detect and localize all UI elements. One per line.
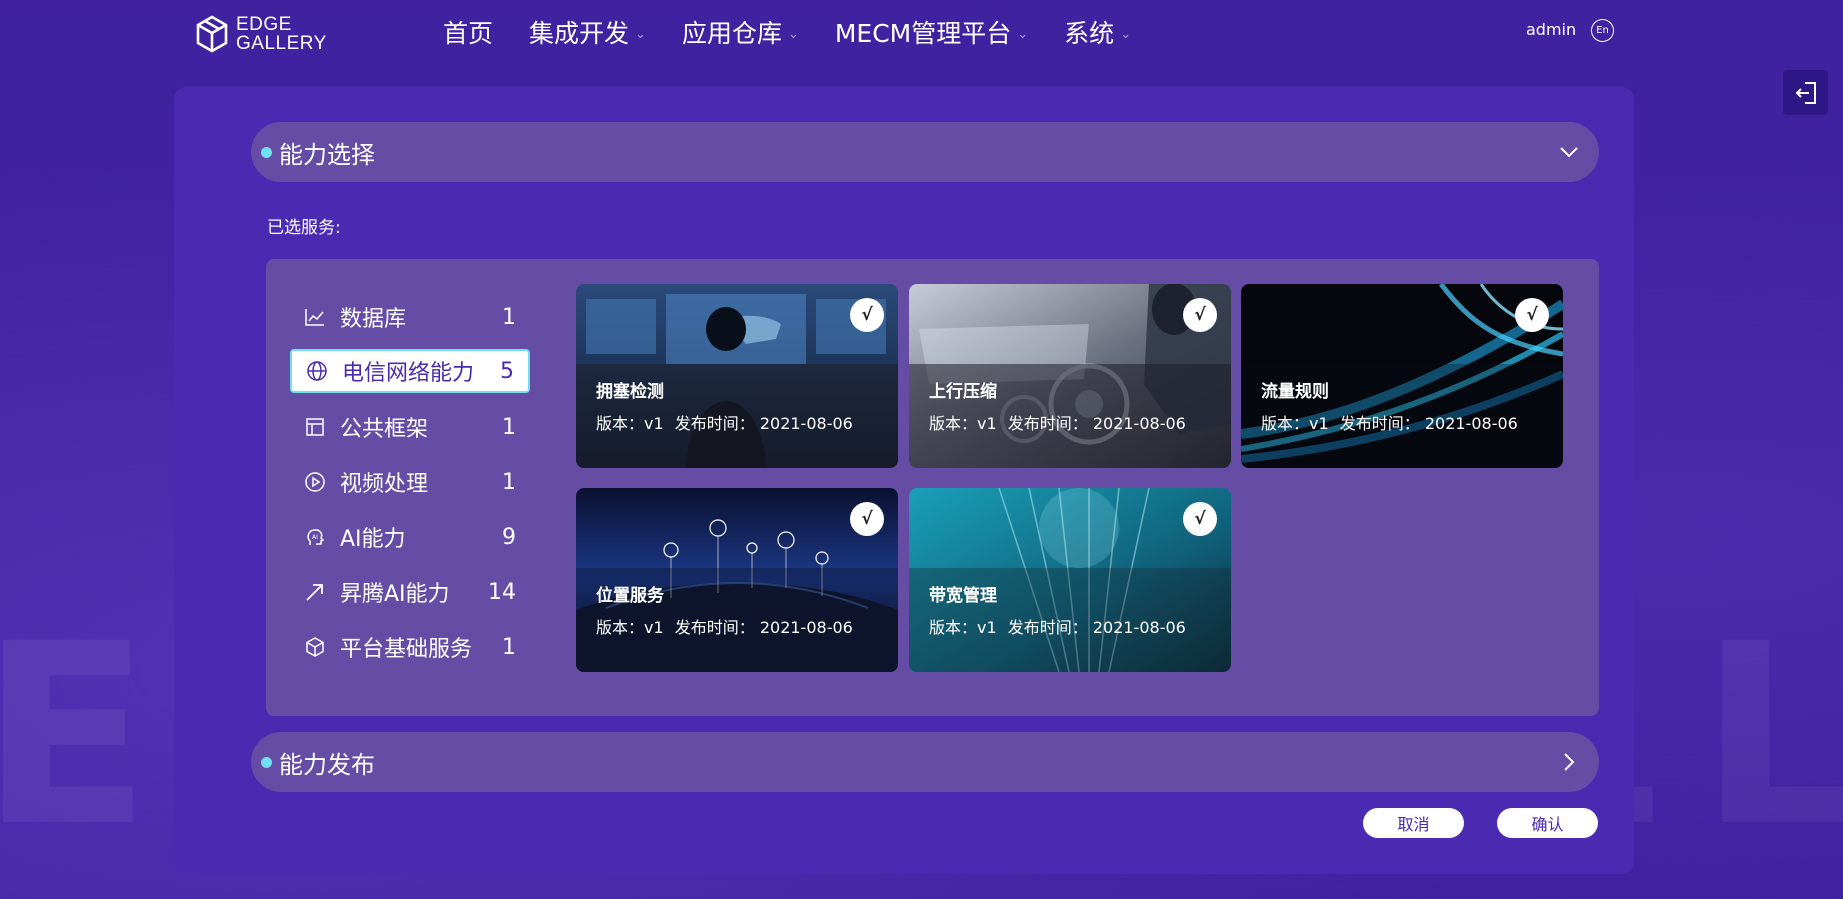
confirm-button[interactable]: 确认 xyxy=(1497,808,1598,838)
category-count: 1 xyxy=(502,469,516,495)
nav-home[interactable]: 首页 xyxy=(443,14,493,50)
category-telecom-network[interactable]: 电信网络能力 5 xyxy=(290,349,530,393)
section-dot xyxy=(261,146,272,158)
service-card[interactable]: 上行压缩 版本：v1 发布时间： 2021-08-06 √ xyxy=(909,284,1231,468)
nav-system-label: 系统 xyxy=(1064,19,1115,48)
nav-app-store[interactable]: 应用仓库 ⌄ xyxy=(682,14,799,50)
service-card[interactable]: 带宽管理 版本：v1 发布时间： 2021-08-06 √ xyxy=(909,488,1231,672)
category-ascend-ai[interactable]: 昇腾AI能力 14 xyxy=(290,570,530,614)
service-date: 发布时间： 2021-08-06 xyxy=(1007,414,1186,433)
category-count: 9 xyxy=(502,524,516,550)
main-nav: 首页 集成开发 ⌄ 应用仓库 ⌄ MECM管理平台 ⌄ 系统 ⌄ xyxy=(443,14,1167,50)
category-database[interactable]: 数据库 1 xyxy=(290,295,530,339)
chart-line-icon xyxy=(304,306,326,328)
category-count: 1 xyxy=(502,414,516,440)
check-icon[interactable]: √ xyxy=(850,298,884,332)
ai-head-icon: AI xyxy=(304,526,326,548)
arrow-up-right-icon xyxy=(304,581,326,603)
service-name: 位置服务 xyxy=(596,586,664,606)
category-count: 14 xyxy=(488,579,516,605)
capability-select-title: 能力选择 xyxy=(279,140,375,169)
check-icon[interactable]: √ xyxy=(1183,502,1217,536)
globe-icon xyxy=(306,360,328,382)
service-card[interactable]: 位置服务 版本：v1 发布时间： 2021-08-06 √ xyxy=(576,488,898,672)
category-label: 昇腾AI能力 xyxy=(340,582,450,607)
nav-app-store-label: 应用仓库 xyxy=(681,19,782,48)
category-ai[interactable]: AI AI能力 9 xyxy=(290,515,530,559)
cube-icon xyxy=(304,636,326,658)
service-meta: 版本：v1 发布时间： 2021-08-06 xyxy=(929,614,1192,638)
service-meta: 版本：v1 发布时间： 2021-08-06 xyxy=(929,410,1192,434)
nav-system[interactable]: 系统 ⌄ xyxy=(1064,14,1131,50)
logout-button[interactable] xyxy=(1783,70,1828,115)
category-label: 数据库 xyxy=(340,307,407,332)
capability-select-header[interactable]: 能力选择 xyxy=(251,122,1599,182)
selected-services-label: 已选服务: xyxy=(267,218,341,238)
service-meta: 版本：v1 发布时间： 2021-08-06 xyxy=(1261,410,1524,434)
category-video-processing[interactable]: 视频处理 1 xyxy=(290,460,530,504)
service-name: 拥塞检测 xyxy=(596,382,664,402)
category-label: 电信网络能力 xyxy=(342,361,475,386)
service-version: 版本：v1 xyxy=(596,618,664,637)
chevron-down-icon: ⌄ xyxy=(1120,26,1132,42)
chevron-down-icon: ⌄ xyxy=(1017,26,1029,42)
service-name: 上行压缩 xyxy=(929,382,997,402)
service-meta: 版本：v1 发布时间： 2021-08-06 xyxy=(596,614,859,638)
user-name[interactable]: admin xyxy=(1526,20,1576,39)
nav-mecm[interactable]: MECM管理平台 ⌄ xyxy=(835,14,1028,50)
service-card[interactable]: 流量规则 版本：v1 发布时间： 2021-08-06 √ xyxy=(1241,284,1563,468)
category-label: 平台基础服务 xyxy=(340,637,473,662)
service-name: 流量规则 xyxy=(1261,382,1329,402)
category-count: 1 xyxy=(502,634,516,660)
logo-text: EDGE GALLERY xyxy=(236,15,327,53)
chevron-down-icon: ⌄ xyxy=(787,26,799,42)
check-icon[interactable]: √ xyxy=(1515,298,1549,332)
svg-text:AI: AI xyxy=(312,534,318,541)
section-dot xyxy=(261,756,272,768)
play-circle-icon xyxy=(304,471,326,493)
chevron-right-icon xyxy=(1564,753,1575,771)
service-version: 版本：v1 xyxy=(596,414,664,433)
top-header: EDGE GALLERY 首页 集成开发 ⌄ 应用仓库 ⌄ MECM管理平台 ⌄… xyxy=(0,0,1843,64)
service-date: 发布时间： 2021-08-06 xyxy=(674,414,853,433)
category-label: 视频处理 xyxy=(340,472,429,497)
category-count: 1 xyxy=(502,304,516,330)
chevron-down-icon: ⌄ xyxy=(635,26,646,42)
category-platform-basic[interactable]: 平台基础服务 1 xyxy=(290,625,530,669)
nav-mecm-label: MECM管理平台 xyxy=(834,19,1012,48)
layout-icon xyxy=(304,416,326,438)
category-label: 公共框架 xyxy=(340,417,429,442)
nav-home-label: 首页 xyxy=(443,19,494,48)
service-version: 版本：v1 xyxy=(929,618,997,637)
category-common-framework[interactable]: 公共框架 1 xyxy=(290,405,530,449)
cancel-button[interactable]: 取消 xyxy=(1363,808,1464,838)
category-label: AI能力 xyxy=(340,527,406,552)
service-date: 发布时间： 2021-08-06 xyxy=(674,618,853,637)
service-version: 版本：v1 xyxy=(1261,414,1329,433)
nav-integration-dev[interactable]: 集成开发 ⌄ xyxy=(529,14,646,50)
capability-publish-title: 能力发布 xyxy=(279,750,375,779)
service-date: 发布时间： 2021-08-06 xyxy=(1339,414,1518,433)
service-date: 发布时间： 2021-08-06 xyxy=(1007,618,1186,637)
chevron-down-icon xyxy=(1560,147,1578,158)
language-toggle[interactable]: En xyxy=(1591,19,1614,42)
logout-icon xyxy=(1795,81,1816,104)
logo-text-line1: EDGE xyxy=(236,14,292,35)
service-meta: 版本：v1 发布时间： 2021-08-06 xyxy=(596,410,859,434)
service-card[interactable]: 拥塞检测 版本：v1 发布时间： 2021-08-06 √ xyxy=(576,284,898,468)
check-icon[interactable]: √ xyxy=(850,502,884,536)
logo-text-line2: GALLERY xyxy=(236,33,327,54)
nav-integration-dev-label: 集成开发 xyxy=(529,19,630,48)
check-icon[interactable]: √ xyxy=(1183,298,1217,332)
category-count: 5 xyxy=(500,358,514,384)
logo[interactable]: EDGE GALLERY xyxy=(195,15,327,53)
service-name: 带宽管理 xyxy=(929,586,997,606)
service-version: 版本：v1 xyxy=(929,414,997,433)
cube-logo-icon xyxy=(196,15,228,53)
capability-publish-header[interactable]: 能力发布 xyxy=(251,732,1599,792)
